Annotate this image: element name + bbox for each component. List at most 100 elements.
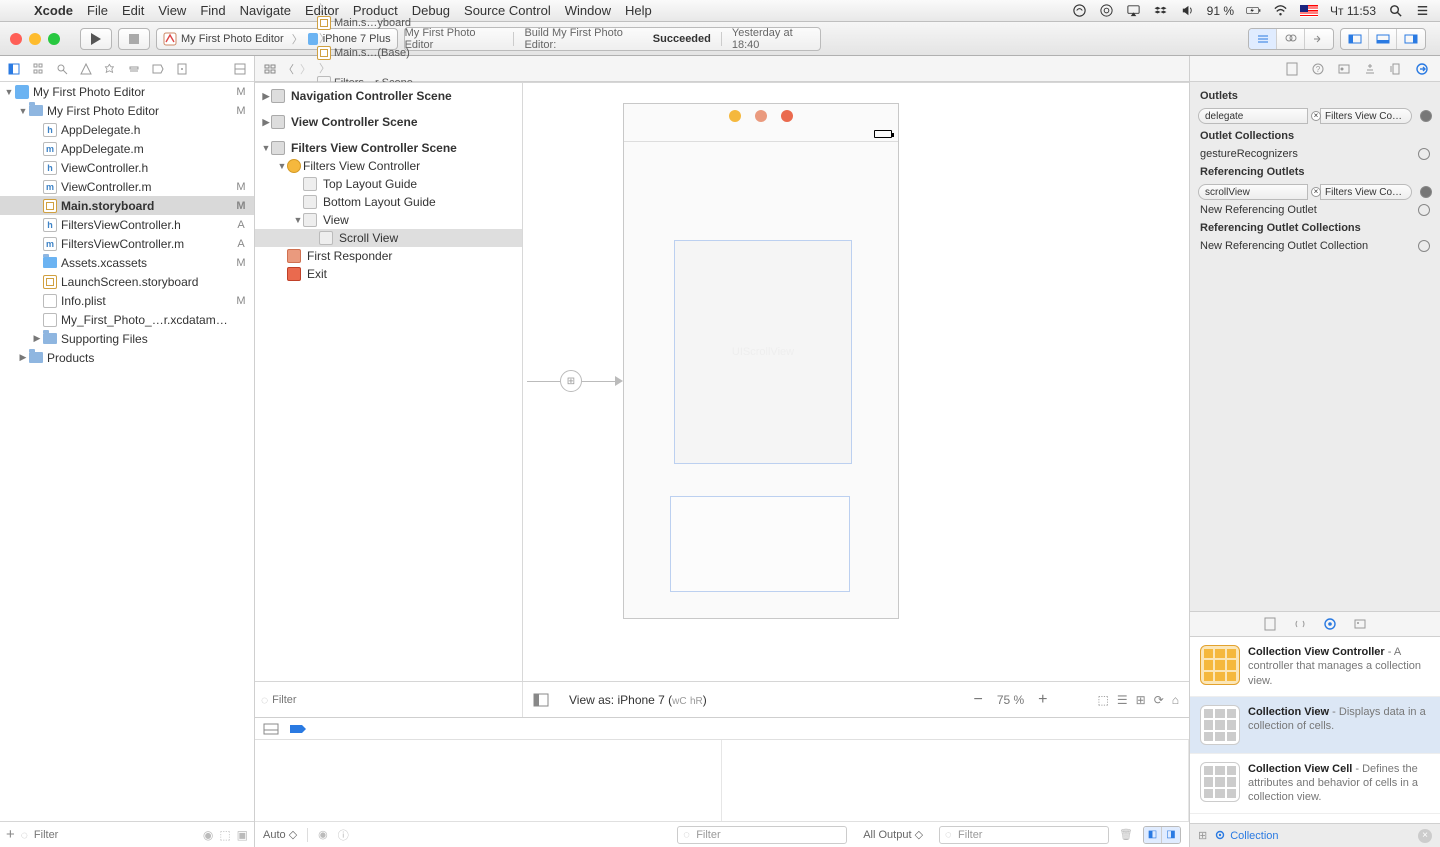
forward-button[interactable]: 〉	[300, 61, 311, 77]
status-dropbox-icon[interactable]	[1153, 3, 1168, 18]
tree-row[interactable]: Assets.xcassetsM	[0, 253, 254, 272]
outline-row[interactable]: Scroll View	[255, 229, 522, 247]
identity-inspector-tab-icon[interactable]	[1336, 61, 1352, 77]
connection-hole-icon[interactable]	[1420, 186, 1432, 198]
assistant-editor-icon[interactable]	[1277, 29, 1305, 49]
layout-tool-resolve-icon[interactable]: ⟳	[1154, 693, 1164, 707]
breadcrumb-item[interactable]: Main.s…(Base)	[317, 46, 437, 60]
menu-navigate[interactable]: Navigate	[240, 3, 291, 18]
debug-auto-popup[interactable]: Auto ◇	[263, 828, 297, 841]
code-snippet-lib-tab-icon[interactable]	[1292, 616, 1308, 632]
new-ref-oc-row[interactable]: New Referencing Outlet Collection	[1190, 238, 1440, 254]
navigator-filter-input[interactable]	[34, 829, 197, 841]
status-volume-icon[interactable]	[1180, 3, 1195, 18]
disclosure-icon[interactable]: ▶	[18, 352, 28, 363]
library-item[interactable]: Collection View - Displays data in a col…	[1190, 697, 1440, 754]
zoom-window-button[interactable]	[48, 33, 60, 45]
outline-row[interactable]: First Responder	[255, 247, 522, 265]
tree-row[interactable]: LaunchScreen.storyboard	[0, 272, 254, 291]
debug-breakpoint-toggle-icon[interactable]	[289, 723, 307, 735]
editor-mode-segment[interactable]	[1248, 28, 1334, 50]
debug-pane-segment[interactable]: ◧ ◨	[1143, 826, 1181, 844]
disclosure-icon[interactable]: ▼	[4, 87, 14, 97]
disclosure-icon[interactable]: ▶	[261, 117, 271, 128]
project-navigator-tab-icon[interactable]	[6, 61, 22, 77]
exit-icon[interactable]	[781, 110, 793, 122]
ib-canvas[interactable]: ⊞ UIScrollView	[523, 83, 1189, 681]
toggle-inspector-icon[interactable]	[1397, 29, 1425, 49]
view-as-label[interactable]: View as: iPhone 7 (wC hR)	[569, 693, 707, 707]
navigator-options-icon[interactable]	[232, 61, 248, 77]
disclosure-icon[interactable]: ▼	[277, 161, 287, 171]
menu-file[interactable]: File	[87, 3, 108, 18]
quicklook-icon[interactable]: ◉	[318, 828, 328, 841]
tree-row[interactable]: hFiltersViewController.hA	[0, 215, 254, 234]
minimize-window-button[interactable]	[29, 33, 41, 45]
menu-view[interactable]: View	[158, 3, 186, 18]
console-view[interactable]	[722, 740, 1189, 821]
status-wifi-icon[interactable]	[1273, 3, 1288, 18]
tree-row[interactable]: ▶Supporting Files	[0, 329, 254, 348]
symbol-navigator-tab-icon[interactable]	[30, 61, 46, 77]
app-name-menu[interactable]: Xcode	[34, 3, 73, 18]
size-inspector-tab-icon[interactable]	[1388, 61, 1404, 77]
toggle-debug-icon[interactable]	[1369, 29, 1397, 49]
issue-navigator-tab-icon[interactable]	[78, 61, 94, 77]
library-view-grid-icon[interactable]: ⊞	[1198, 829, 1207, 842]
outline-row[interactable]: ▼View	[255, 211, 522, 229]
menu-help[interactable]: Help	[625, 3, 652, 18]
tree-row[interactable]: mAppDelegate.m	[0, 139, 254, 158]
tree-row[interactable]: ▶Products	[0, 348, 254, 367]
tree-row[interactable]: ▼My First Photo EditorM	[0, 101, 254, 120]
zoom-out-button[interactable]: −	[973, 691, 982, 709]
tree-row[interactable]: hViewController.h	[0, 158, 254, 177]
file-template-lib-tab-icon[interactable]	[1262, 616, 1278, 632]
close-window-button[interactable]	[10, 33, 22, 45]
outline-row[interactable]: ▼Filters View Controller Scene	[255, 139, 522, 157]
debug-toggle-icon[interactable]	[263, 723, 279, 735]
jump-bar[interactable]: 〈 〉 My First Photo Editor〉My Fir…o Edito…	[255, 56, 1189, 82]
tree-row[interactable]: ▼My First Photo EditorM	[0, 82, 254, 101]
vc-icon[interactable]	[729, 110, 741, 122]
stop-button[interactable]	[118, 28, 150, 50]
panel-toggle-segment[interactable]	[1340, 28, 1426, 50]
outline-row[interactable]: Exit	[255, 265, 522, 283]
print-icon[interactable]: ⓘ	[338, 827, 349, 843]
toggle-outline-icon[interactable]	[533, 693, 549, 707]
disclosure-icon[interactable]: ▶	[32, 333, 42, 344]
layout-tool-stack-icon[interactable]: ⬚	[1098, 693, 1109, 707]
status-at-icon[interactable]	[1099, 3, 1114, 18]
clear-console-icon[interactable]: 🗑	[1119, 828, 1133, 841]
menu-edit[interactable]: Edit	[122, 3, 144, 18]
debug-navigator-tab-icon[interactable]	[126, 61, 142, 77]
breakpoint-navigator-tab-icon[interactable]	[150, 61, 166, 77]
outline-row[interactable]: ▶View Controller Scene	[255, 113, 522, 131]
ref-scrollview-row[interactable]: scrollView ×Filters View Co…	[1190, 182, 1440, 202]
outline-row[interactable]: Bottom Layout Guide	[255, 193, 522, 211]
toggle-navigator-icon[interactable]	[1341, 29, 1369, 49]
connection-hole-icon[interactable]	[1420, 110, 1432, 122]
new-ref-outlet-row[interactable]: New Referencing Outlet	[1190, 202, 1440, 218]
connection-hole-icon[interactable]	[1418, 148, 1430, 160]
console-pane-toggle-icon[interactable]: ◨	[1162, 827, 1180, 843]
standard-editor-icon[interactable]	[1249, 29, 1277, 49]
report-navigator-tab-icon[interactable]	[174, 61, 190, 77]
connections-inspector-tab-icon[interactable]	[1414, 61, 1430, 77]
canvas-scrollview[interactable]	[670, 496, 850, 592]
find-navigator-tab-icon[interactable]	[54, 61, 70, 77]
media-lib-tab-icon[interactable]	[1352, 616, 1368, 632]
remove-connection-icon[interactable]: ×	[1311, 111, 1321, 121]
recent-filter-icon[interactable]: ◉	[203, 828, 213, 842]
menu-source-control[interactable]: Source Control	[464, 3, 551, 18]
debug-output-popup[interactable]: All Output ◇	[863, 828, 923, 841]
disclosure-icon[interactable]: ▼	[293, 215, 303, 225]
outline-row[interactable]: Top Layout Guide	[255, 175, 522, 193]
object-lib-tab-icon[interactable]	[1322, 616, 1338, 632]
tree-row[interactable]: hAppDelegate.h	[0, 120, 254, 139]
segue-icon[interactable]: ⊞	[560, 370, 582, 392]
remove-connection-icon[interactable]: ×	[1311, 187, 1321, 197]
connection-hole-icon[interactable]	[1418, 204, 1430, 216]
status-input-flag[interactable]	[1300, 5, 1318, 17]
tree-row[interactable]: mFiltersViewController.mA	[0, 234, 254, 253]
related-items-icon[interactable]	[263, 62, 277, 76]
